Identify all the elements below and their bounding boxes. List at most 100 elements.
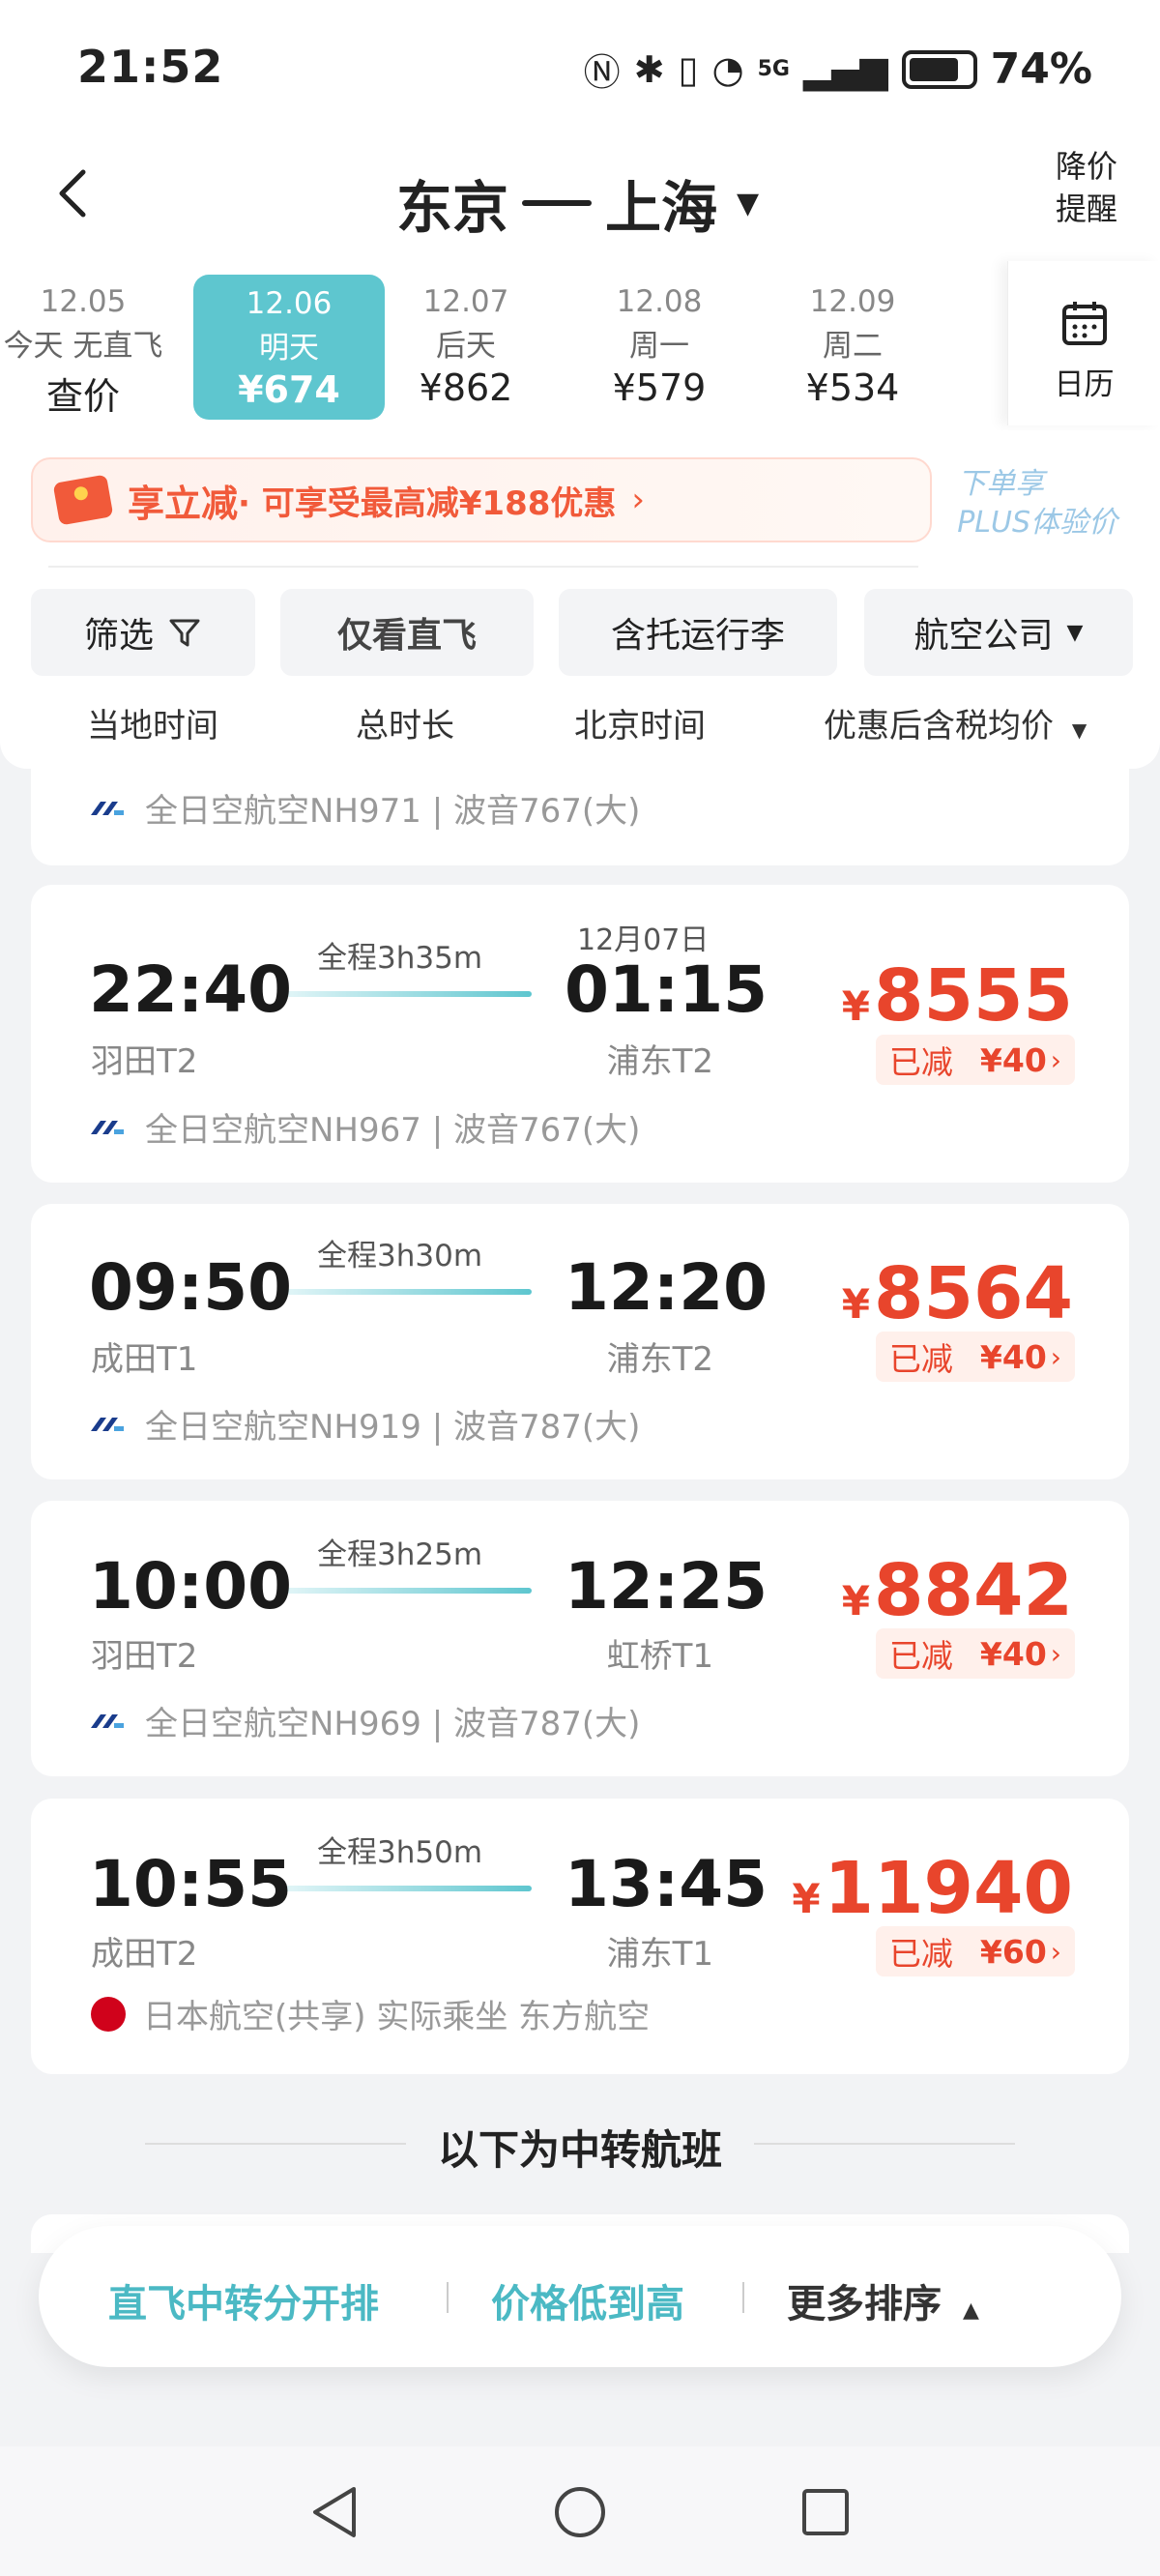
date-item-selected[interactable]: 12.06 明天 ¥674	[193, 275, 385, 420]
promo-text: · 可享受最高减¥188优惠	[238, 483, 617, 523]
flight-price: ¥8555	[841, 954, 1073, 1038]
sort-duration[interactable]: 总时长	[356, 699, 454, 746]
date-value: 12.05	[40, 284, 127, 319]
airline-text: 全日空航空NH919 | 波音787(大)	[145, 1408, 641, 1447]
airline-info: 全日空航空NH971 | 波音767(大)	[91, 784, 640, 832]
discount-amount: ¥40	[979, 1337, 1047, 1376]
chevron-right-icon: ›	[1050, 1043, 1061, 1076]
flight-duration: 全程3h30m	[317, 1239, 483, 1273]
plus-badge[interactable]: 下单享 PLUS体验价	[957, 465, 1117, 542]
discount-badge[interactable]: 已减 ¥40 ›	[875, 1628, 1075, 1679]
divider-line	[754, 2143, 1015, 2145]
calendar-button[interactable]: 日历	[1007, 261, 1160, 425]
discount-amount: ¥40	[979, 1040, 1047, 1079]
date-price: 查价	[45, 375, 120, 418]
nav-recents-icon[interactable]	[798, 2485, 853, 2539]
wifi-icon: ◔	[711, 47, 744, 91]
arrival-time: 01:15	[565, 952, 768, 1027]
filter-button[interactable]: 筛选	[31, 589, 255, 676]
departure-airport: 成田T1	[91, 1340, 198, 1379]
departure-time: 09:50	[89, 1250, 293, 1325]
network-type: 5G	[757, 57, 790, 81]
caret-down-icon: ▼	[1066, 620, 1084, 645]
discount-badge[interactable]: 已减 ¥40 ›	[875, 1332, 1075, 1382]
discount-badge[interactable]: 已减 ¥60 ›	[875, 1926, 1075, 1976]
airline-info: 全日空航空NH919 | 波音787(大)	[91, 1400, 640, 1448]
date-item[interactable]: 12.07 后天 ¥862	[369, 261, 563, 425]
discount-label: 已减	[888, 1935, 953, 1973]
price-value: 8842	[874, 1549, 1073, 1632]
date-item[interactable]: 12.08 周一 ¥579	[563, 261, 756, 425]
date-label: 后天	[436, 329, 496, 364]
flight-duration: 全程3h25m	[317, 1537, 483, 1572]
flight-duration: 全程3h35m	[317, 941, 483, 976]
plus-line: PLUS体验价	[957, 506, 1117, 540]
date-strip: 12.05 今天 无直飞 查价 12.06 明天 ¥674 12.07 后天 ¥…	[0, 261, 1160, 430]
caret-down-icon: ▼	[1071, 718, 1088, 742]
discount-badge[interactable]: 已减 ¥40 ›	[875, 1035, 1075, 1085]
flight-card[interactable]: 全程3h30m 09:50 12:20 成田T1 浦东T2 ¥8564 已减 ¥…	[31, 1204, 1129, 1479]
arrival-airport: 浦东T1	[606, 1935, 713, 1974]
arrival-time: 13:45	[565, 1847, 768, 1921]
date-item[interactable]: 12.05 今天 无直飞 查价	[0, 261, 178, 425]
sort-price-low-high[interactable]: 价格低到高	[491, 2272, 684, 2328]
chevron-right-icon: ›	[1050, 1637, 1061, 1670]
flight-card-partial[interactable]: 全日空航空NH971 | 波音767(大)	[31, 769, 1129, 865]
flight-card[interactable]: 全程3h35m 12月07日 22:40 01:15 羽田T2 浦东T2 ¥85…	[31, 885, 1129, 1183]
route-line	[280, 1289, 532, 1295]
sort-price-label: 优惠后含税均价	[824, 707, 1054, 746]
flight-duration: 全程3h50m	[317, 1835, 483, 1870]
nav-back-icon[interactable]	[307, 2483, 362, 2541]
date-value: 12.09	[809, 284, 896, 319]
date-item[interactable]: 12.09 周二 ¥534	[756, 261, 949, 425]
sort-price[interactable]: 优惠后含税均价 ▼	[824, 699, 1087, 746]
flight-card[interactable]: 全程3h50m 10:55 13:45 成田T2 浦东T1 ¥11940 已减 …	[31, 1799, 1129, 2074]
date-price: ¥534	[805, 366, 900, 409]
price-value: 8564	[874, 1252, 1073, 1335]
red-packet-icon	[52, 474, 114, 526]
filter-label: 仅看直飞	[336, 616, 477, 656]
flight-card[interactable]: 全程3h25m 10:00 12:25 羽田T2 虹桥T1 ¥8842 已减 ¥…	[31, 1501, 1129, 1776]
discount-label: 已减	[888, 1637, 953, 1675]
route-title[interactable]: 东京 上海 ▼	[396, 162, 759, 244]
sort-beijing-time[interactable]: 北京时间	[574, 699, 706, 746]
chevron-right-icon: ›	[1050, 1340, 1061, 1373]
sort-local-time[interactable]: 当地时间	[87, 699, 218, 746]
discount-label: 已减	[888, 1043, 953, 1081]
transfer-divider-label: 以下为中转航班	[437, 2126, 722, 2174]
ana-logo-icon	[91, 1417, 124, 1431]
baggage-filter[interactable]: 含托运行李	[559, 589, 837, 676]
departure-airport: 成田T2	[91, 1935, 198, 1974]
airline-filter[interactable]: 航空公司 ▼	[864, 589, 1133, 676]
flight-price: ¥8564	[841, 1252, 1073, 1335]
date-label: 今天 无直飞	[3, 329, 163, 364]
status-time: 21:52	[77, 41, 224, 93]
nav-home-icon[interactable]	[551, 2483, 609, 2541]
back-button[interactable]	[39, 155, 116, 232]
chevron-right-icon: ›	[1050, 1935, 1061, 1968]
destination-city: 上海	[605, 175, 718, 241]
arrival-airport: 浦东T2	[606, 1042, 713, 1081]
direct-only-filter[interactable]: 仅看直飞	[280, 589, 534, 676]
price-value: 11940	[824, 1847, 1073, 1930]
discount-amount: ¥40	[979, 1634, 1047, 1673]
filter-label: 含托运行李	[610, 616, 785, 656]
sort-more[interactable]: 更多排序 ▲	[787, 2272, 979, 2328]
sort-direct-transfer[interactable]: 直飞中转分开排	[108, 2272, 379, 2328]
date-value: 12.07	[422, 284, 509, 319]
funnel-icon	[169, 619, 200, 647]
airline-text: 日本航空(共享) 实际乘坐 东方航空	[143, 1998, 651, 2036]
departure-time: 22:40	[89, 952, 293, 1027]
airline-text: 全日空航空NH971 | 波音767(大)	[145, 792, 641, 831]
route-line	[280, 1886, 532, 1891]
filter-label: 航空公司	[914, 616, 1054, 656]
discount-amount: ¥60	[979, 1932, 1047, 1971]
plus-line: 下单享	[957, 467, 1045, 501]
date-value: 12.08	[616, 284, 703, 319]
sort-more-label: 更多排序	[787, 2282, 942, 2327]
price-alert-button[interactable]: 降价 提醒	[1056, 145, 1117, 230]
caret-down-icon: ▼	[737, 186, 760, 220]
price-alert-label: 降价	[1055, 148, 1117, 185]
route-line	[280, 1588, 532, 1594]
promo-banner[interactable]: 享立减 · 可享受最高减¥188优惠 ›	[31, 457, 932, 542]
